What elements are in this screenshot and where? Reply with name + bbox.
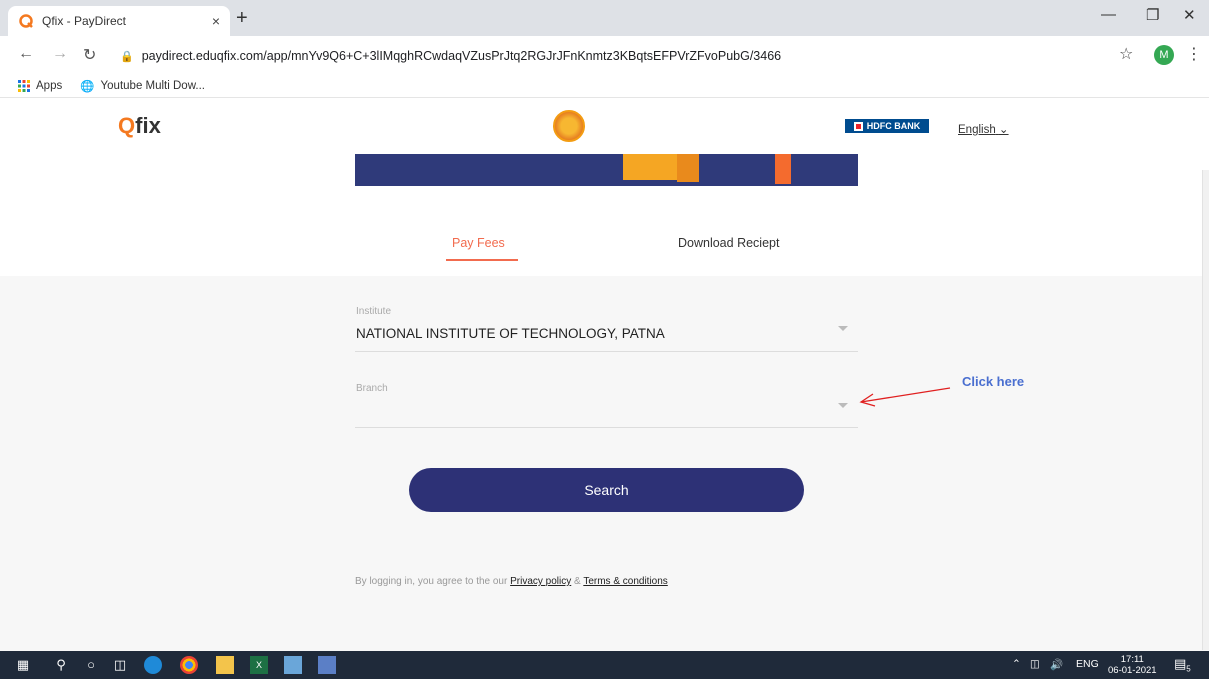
forward-icon[interactable]: →: [52, 45, 68, 63]
tab-download-receipt[interactable]: Download Reciept: [678, 236, 779, 250]
branch-underline: [355, 427, 858, 428]
cortana-icon[interactable]: ○: [82, 656, 100, 674]
hdfc-square-icon: [853, 121, 863, 131]
chevron-down-icon[interactable]: [838, 326, 848, 331]
bookmark-youtube-multi[interactable]: 🌐 Youtube Multi Dow...: [80, 79, 205, 93]
footnote-prefix: By logging in, you agree to the our: [355, 576, 508, 587]
chevron-up-icon[interactable]: ⌃: [1012, 658, 1021, 670]
file-explorer-icon[interactable]: [216, 656, 234, 674]
close-window-icon[interactable]: ✕: [1183, 6, 1196, 24]
branch-select[interactable]: [356, 402, 826, 420]
chrome-icon[interactable]: [180, 656, 198, 674]
address-bar[interactable]: 🔒 paydirect.eduqfix.com/app/mnYv9Q6+C+3l…: [110, 42, 1150, 70]
edge-icon[interactable]: [144, 656, 162, 674]
globe-icon: 🌐: [80, 80, 95, 93]
new-tab-icon[interactable]: +: [236, 7, 248, 30]
language-selector[interactable]: English ⌄: [958, 122, 1009, 136]
footnote-amp: &: [574, 576, 581, 587]
bookmark-label: Apps: [36, 79, 63, 92]
bookmark-star-icon[interactable]: ☆: [1119, 44, 1133, 64]
qfix-favicon-icon: [19, 14, 33, 28]
volume-icon[interactable]: 🔊: [1050, 658, 1063, 671]
apps-grid-icon: [18, 79, 30, 92]
chevron-down-icon[interactable]: [838, 403, 848, 408]
institute-emblem-icon: [553, 110, 585, 142]
search-button[interactable]: Search: [409, 468, 804, 512]
search-icon[interactable]: ⚲: [52, 656, 70, 674]
institute-label: Institute: [356, 306, 392, 317]
institute-underline: [355, 351, 858, 352]
language-indicator[interactable]: ENG: [1076, 658, 1099, 670]
site-header: [0, 98, 1209, 154]
reload-icon[interactable]: ↻: [83, 45, 96, 65]
banner-figure: [677, 154, 699, 182]
minimize-icon[interactable]: —: [1101, 6, 1116, 23]
app-icon[interactable]: [318, 656, 336, 674]
chevron-down-icon: ⌄: [998, 124, 1009, 136]
logo-q: Q: [118, 113, 136, 138]
excel-icon[interactable]: X: [250, 656, 268, 674]
snipping-tool-icon[interactable]: [284, 656, 302, 674]
back-icon[interactable]: ←: [18, 45, 34, 63]
bookmark-label: Youtube Multi Dow...: [100, 79, 205, 92]
browser-menu-icon[interactable]: ⋮: [1186, 44, 1202, 64]
notification-count: 5: [1186, 664, 1191, 674]
restore-icon[interactable]: ❐: [1146, 6, 1159, 24]
clock-time: 17:11: [1120, 654, 1144, 665]
page-scrollbar[interactable]: [1202, 170, 1209, 650]
branch-label: Branch: [356, 383, 388, 394]
banner-figure: [775, 154, 791, 184]
lock-icon: 🔒: [120, 50, 134, 63]
taskbar-clock[interactable]: 17:11 06-01-2021: [1108, 654, 1157, 676]
bank-name: HDFC BANK: [866, 121, 921, 131]
browser-tab-title: Qfix - PayDirect: [42, 14, 127, 28]
active-tab-indicator: [446, 259, 518, 261]
language-label: English: [958, 124, 996, 136]
click-here-annotation: Click here: [962, 374, 1025, 389]
hdfc-bank-logo: HDFC BANK: [845, 119, 929, 133]
notification-icon[interactable]: ▤5: [1174, 656, 1191, 674]
banner-image: [355, 154, 858, 186]
tab-pay-fees[interactable]: Pay Fees: [452, 236, 505, 250]
terms-footnote: By logging in, you agree to the our Priv…: [355, 576, 668, 587]
qfix-logo[interactable]: Qfix: [118, 113, 161, 139]
terms-link[interactable]: Terms & conditions: [583, 576, 667, 587]
network-icon[interactable]: ◫: [1030, 658, 1040, 670]
profile-avatar[interactable]: M: [1154, 45, 1174, 65]
bookmark-apps[interactable]: Apps: [18, 79, 63, 92]
logo-rest: fix: [135, 113, 161, 138]
task-view-icon[interactable]: ◫: [111, 656, 129, 674]
clock-date: 06-01-2021: [1108, 665, 1157, 676]
privacy-policy-link[interactable]: Privacy policy: [510, 576, 571, 587]
banner-figure: [623, 154, 677, 180]
institute-select[interactable]: NATIONAL INSTITUTE OF TECHNOLOGY, PATNA: [356, 326, 665, 341]
bookmarks-bar: Apps 🌐 Youtube Multi Dow...: [0, 74, 1209, 98]
browser-tab[interactable]: Qfix - PayDirect ×: [8, 6, 230, 36]
windows-start-icon[interactable]: ▦: [14, 656, 32, 674]
close-tab-icon[interactable]: ×: [212, 13, 220, 29]
annotation-arrow-icon: [859, 387, 951, 407]
url-text: paydirect.eduqfix.com/app/mnYv9Q6+C+3lIM…: [141, 49, 782, 63]
